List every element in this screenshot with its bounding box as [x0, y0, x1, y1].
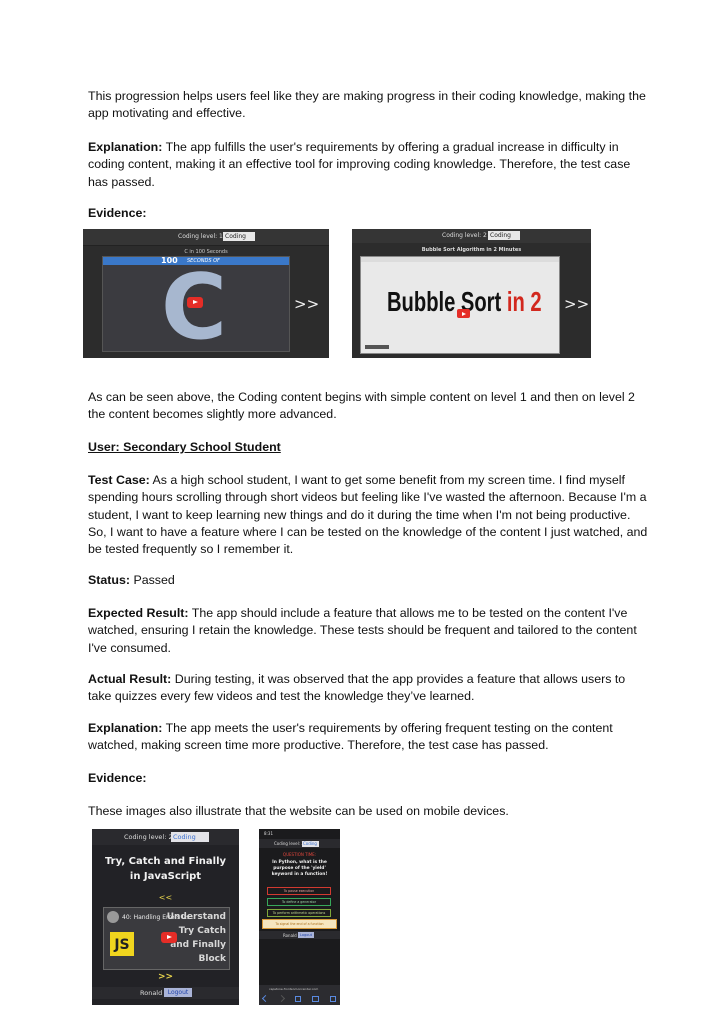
video-player[interactable]: 40: Handling Errors Us... Understand Try… — [103, 907, 230, 970]
explanation-text: The app fulfills the user's requirements… — [88, 140, 631, 189]
user-bar: Ronald Logout — [259, 931, 340, 939]
screenshot-coding-level-2: Coding level: 2 Coding Bubble Sort Algor… — [352, 229, 591, 358]
explanation-paragraph-1: Explanation: The app fulfills the user's… — [88, 139, 648, 191]
thumbnail-line4: Block — [198, 954, 226, 964]
video-title: Bubble Sort Algorithm in 2 Minutes — [421, 247, 522, 253]
bookmarks-icon[interactable] — [312, 996, 319, 1002]
status-time: 8:31 — [264, 831, 273, 836]
status-text: Passed — [130, 573, 175, 587]
video-player[interactable]: 100 SECONDS OF C — [102, 256, 290, 353]
thumbnail-line3: and Finally — [170, 940, 226, 950]
url-field[interactable]: capstone-frontend.onrender.com — [269, 987, 318, 991]
video-heading-line2: in JavaScript — [129, 871, 202, 882]
progression-paragraph: As can be seen above, the Coding content… — [88, 390, 635, 422]
explanation-paragraph-2: Explanation: The app meets the user's re… — [88, 720, 648, 755]
thumbnail-line2: Try Catch — [178, 926, 226, 936]
level-bar: Coding level: 1 Coding — [83, 229, 329, 246]
status-paragraph: Status: Passed — [88, 572, 648, 589]
level-label: Coding level: 2 — [124, 833, 173, 841]
category-select[interactable]: Coding — [171, 832, 209, 842]
thumbnail-text: Understand Try Catch and Finally Block — [144, 910, 226, 966]
answer-option-2-label: To define a generator — [281, 900, 317, 904]
explanation-text: The app meets the user's requirements by… — [88, 721, 613, 753]
big-letter: C — [161, 263, 227, 353]
watch-on-youtube[interactable] — [365, 345, 389, 349]
thumbnail-line1: Understand — [166, 912, 226, 922]
category-select[interactable]: Coding — [223, 232, 255, 241]
user-heading: User: Secondary School Student — [88, 440, 281, 454]
test-case-paragraph: Test Case: As a high school student, I w… — [88, 472, 648, 558]
answer-option-3[interactable]: To perform arithmetic operations — [267, 909, 331, 917]
logout-button[interactable]: Logout — [164, 988, 192, 997]
category-select[interactable]: Coding — [302, 840, 319, 847]
avatar — [107, 911, 119, 923]
evidence-heading-1: Evidence: — [88, 206, 147, 220]
answer-option-1[interactable]: To pause execution — [267, 887, 331, 895]
share-icon[interactable] — [295, 996, 301, 1002]
level-label: Coding level: 2 — [442, 232, 487, 239]
next-arrow[interactable]: >> — [92, 972, 239, 982]
intro-paragraph: This progression helps users feel like t… — [88, 89, 646, 121]
test-case-label: Test Case: — [88, 473, 150, 487]
category-select[interactable]: Coding — [488, 231, 520, 240]
mobile-paragraph: These images also illustrate that the we… — [88, 804, 509, 818]
play-icon[interactable] — [187, 297, 203, 308]
browser-nav — [261, 994, 336, 1003]
thumbnail-text-red: in 2 — [506, 286, 542, 317]
next-arrow[interactable]: >> — [564, 295, 589, 313]
answer-option-4[interactable]: To signal the end of a function — [262, 919, 337, 929]
tabs-icon[interactable] — [330, 996, 336, 1002]
status-label: Status: — [88, 573, 130, 587]
username: Ronald — [283, 932, 297, 938]
answer-option-3-label: To perform arithmetic operations — [272, 911, 326, 915]
answer-option-4-label: To signal the end of a function — [275, 922, 324, 926]
level-label: Coding level: 1 — [178, 233, 223, 240]
js-badge: JS — [110, 932, 134, 956]
screenshot-mobile-video: Coding level: 2 Coding Try, Catch and Fi… — [92, 829, 239, 1005]
level-label: Coding level: 3 — [274, 841, 304, 846]
play-icon[interactable] — [457, 309, 470, 318]
level-bar: Coding level: 3 Coding — [259, 839, 340, 848]
explanation-label: Explanation: — [88, 140, 163, 154]
video-heading-line1: Try, Catch and Finally — [104, 856, 227, 867]
question-header: QUESTION TIME: — [282, 852, 317, 857]
logout-button[interactable]: Logout — [298, 932, 314, 938]
thumbnail-text-black: Bubble Sort — [387, 286, 502, 317]
evidence-heading-2: Evidence: — [88, 771, 147, 785]
screenshot-coding-level-1: Coding level: 1 Coding C in 100 Seconds … — [83, 229, 329, 358]
level-bar: Coding level: 2 Coding — [92, 829, 239, 845]
forward-icon[interactable] — [277, 994, 286, 1003]
actual-label: Actual Result: — [88, 672, 172, 686]
answer-option-2[interactable]: To define a generator — [267, 898, 331, 906]
level-bar: Coding level: 2 Coding — [352, 229, 591, 243]
user-bar: Ronald Logout — [92, 987, 239, 999]
expected-label: Expected Result: — [88, 606, 189, 620]
username: Ronald — [140, 989, 163, 997]
answer-option-1-label: To pause execution — [283, 889, 315, 893]
question-text: In Python, what is the purpose of the 'y… — [271, 860, 328, 877]
video-heading: Try, Catch and Finally in JavaScript — [92, 854, 239, 884]
back-icon[interactable] — [261, 994, 270, 1003]
video-player[interactable]: Bubble Sort in 2 — [360, 256, 560, 354]
explanation-label: Explanation: — [88, 721, 163, 735]
next-arrow[interactable]: >> — [294, 295, 319, 313]
prev-arrow[interactable]: << — [92, 893, 239, 902]
expected-result-paragraph: Expected Result: The app should include … — [88, 605, 648, 657]
screenshot-mobile-quiz: 8:31 Coding level: 3 Coding QUESTION TIM… — [259, 829, 340, 1005]
browser-bar: capstone-frontend.onrender.com — [259, 985, 340, 1005]
actual-result-paragraph: Actual Result: During testing, it was ob… — [88, 671, 648, 706]
test-case-text: As a high school student, I want to get … — [88, 473, 648, 557]
play-icon[interactable] — [161, 932, 177, 943]
